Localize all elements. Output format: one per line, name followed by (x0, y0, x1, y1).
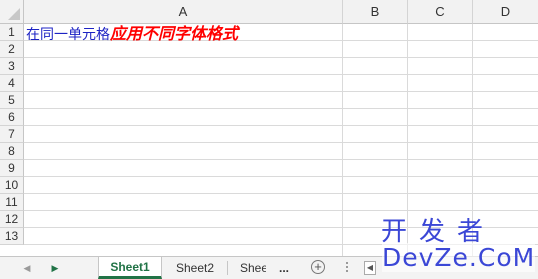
scroll-left-icon[interactable]: ◀ (364, 261, 376, 275)
row-header-8[interactable]: 8 (0, 143, 24, 160)
gridline (24, 91, 538, 92)
column-header-d[interactable]: D (473, 0, 538, 24)
row-header-2[interactable]: 2 (0, 41, 24, 58)
tab-sheet2[interactable]: Sheet2 (165, 257, 225, 279)
row-header-6[interactable]: 6 (0, 109, 24, 126)
select-all-triangle-icon (8, 8, 20, 20)
tab-sheet3[interactable]: Sheet3 (232, 257, 266, 279)
gridline (24, 108, 538, 109)
watermark-site-text: DevZe.CoM (382, 243, 536, 272)
gridline (24, 159, 538, 160)
gridline (24, 142, 538, 143)
column-header-c[interactable]: C (408, 0, 473, 24)
next-sheet-icon[interactable]: ▶ (48, 261, 62, 275)
row-header-5[interactable]: 5 (0, 92, 24, 109)
gridline (342, 24, 343, 256)
gridline (24, 57, 538, 58)
cell-a1[interactable]: 在同一单元格应用不同字体格式 (26, 24, 239, 43)
select-all-corner[interactable] (0, 0, 24, 24)
row-header-13[interactable]: 13 (0, 228, 24, 245)
tab-separator (227, 261, 228, 275)
gridline (24, 74, 538, 75)
column-header-b[interactable]: B (343, 0, 408, 24)
tab-sheet1[interactable]: Sheet1 (98, 257, 162, 279)
gridline (24, 193, 538, 194)
cell-a1-text-blue: 在同一单元格 (26, 27, 110, 43)
row-header-1[interactable]: 1 (0, 24, 24, 41)
row-header-4[interactable]: 4 (0, 75, 24, 92)
row-header-10[interactable]: 10 (0, 177, 24, 194)
cell-a1-text-red-bold-italic: 应用不同字体格式 (110, 24, 239, 43)
row-header-9[interactable]: 9 (0, 160, 24, 177)
gridline (24, 176, 538, 177)
tab-splitter-handle[interactable] (346, 262, 348, 274)
add-sheet-icon[interactable]: + (311, 260, 325, 274)
row-header-7[interactable]: 7 (0, 126, 24, 143)
gridline (24, 125, 538, 126)
prev-sheet-icon[interactable]: ◀ (20, 261, 34, 275)
column-header-a[interactable]: A (24, 0, 343, 24)
row-header-11[interactable]: 11 (0, 194, 24, 211)
row-header-3[interactable]: 3 (0, 58, 24, 75)
row-header-12[interactable]: 12 (0, 211, 24, 228)
more-sheets-button[interactable]: ... (266, 257, 302, 279)
